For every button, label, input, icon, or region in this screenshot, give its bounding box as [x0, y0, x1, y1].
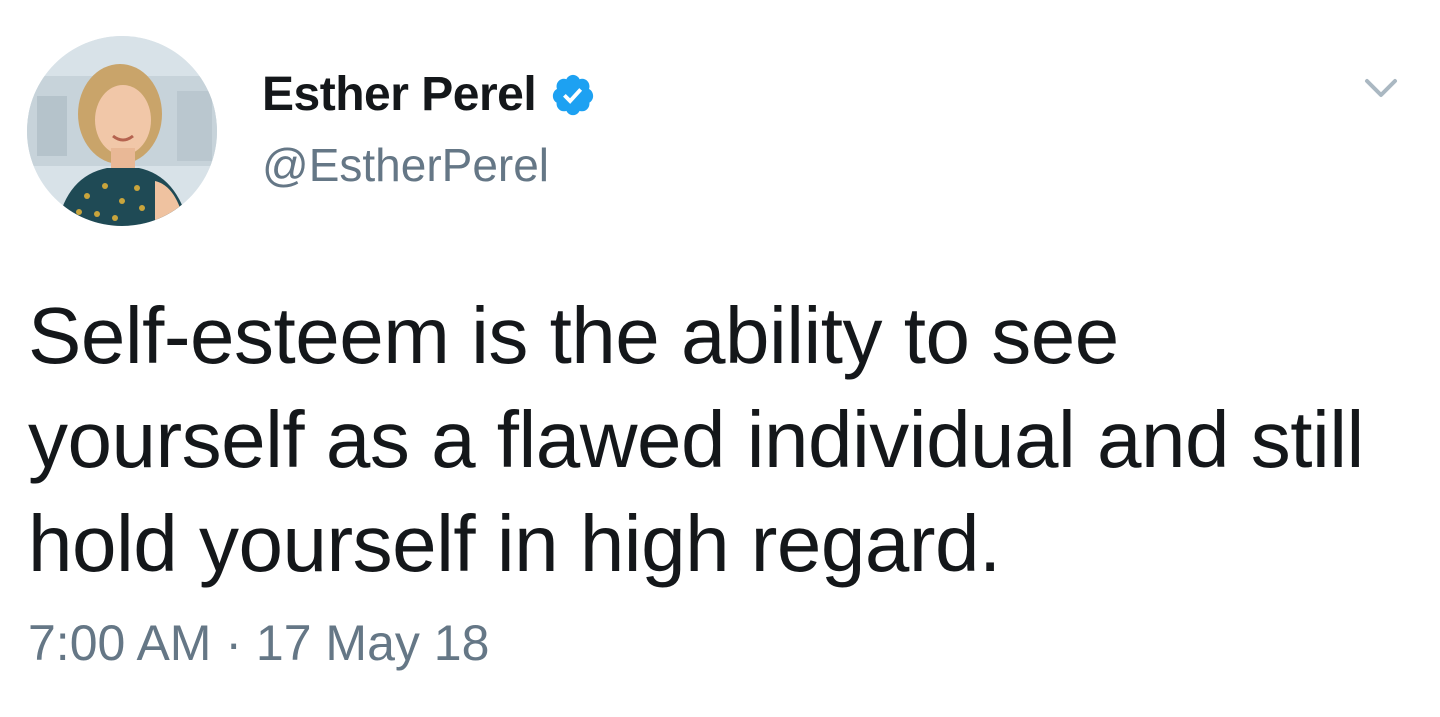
tweet-timestamp[interactable]: 7:00 AM · 17 May 18 — [28, 618, 489, 668]
avatar-image — [27, 36, 217, 226]
verified-badge-icon — [550, 72, 596, 118]
tweet-card: Esther Perel @EstherPerel Self-esteem is… — [0, 0, 1440, 717]
chevron-down-icon[interactable] — [1362, 72, 1400, 104]
author-display-name[interactable]: Esther Perel — [262, 71, 537, 119]
tweet-time: 7:00 AM — [28, 615, 212, 671]
avatar[interactable] — [27, 36, 217, 226]
timestamp-separator: · — [225, 615, 243, 671]
author-name-row[interactable]: Esther Perel — [262, 62, 596, 128]
tweet-text: Self-esteem is the ability to see yourse… — [28, 291, 1364, 588]
tweet-date: 17 May 18 — [255, 615, 490, 671]
author-handle[interactable]: @EstherPerel — [262, 142, 549, 188]
